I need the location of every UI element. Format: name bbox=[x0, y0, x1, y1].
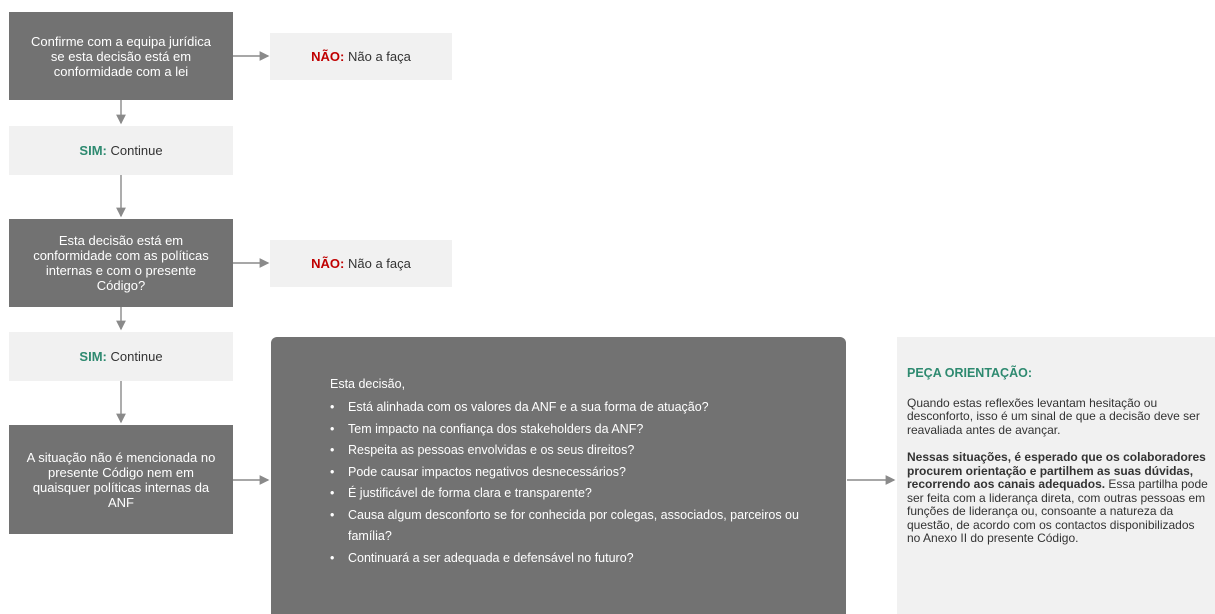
guidance-box: PEÇA ORIENTAÇÃO: Quando estas reflexões … bbox=[897, 337, 1215, 614]
question-item: Continuará a ser adequada e defensável n… bbox=[330, 548, 826, 570]
question-item: Respeita as pessoas envolvidas e os seus… bbox=[330, 440, 826, 462]
guidance-title: PEÇA ORIENTAÇÃO: bbox=[907, 366, 1032, 380]
no-box-1: NÃO: Não a faça bbox=[270, 33, 452, 80]
no-separator: : bbox=[340, 256, 345, 271]
step-legal-check: Confirme com a equipa jurídica se esta d… bbox=[9, 12, 233, 100]
no-text: Não a faça bbox=[347, 49, 411, 64]
guidance-paragraph-1: Quando estas reflexões levantam hesitaçã… bbox=[907, 395, 1200, 437]
reflection-questions-box: Esta decisão, Está alinhada com os valor… bbox=[271, 337, 846, 614]
no-box-2: NÃO: Não a faça bbox=[270, 240, 452, 287]
step-legal-check-text: Confirme com a equipa jurídica se esta d… bbox=[31, 33, 211, 79]
step-policy-check: Esta decisão está em conformidade com as… bbox=[9, 219, 233, 307]
yes-text: Continue bbox=[110, 143, 163, 158]
questions-list: Está alinhada com os valores da ANF e a … bbox=[330, 397, 826, 569]
question-item: É justificável de forma clara e transpar… bbox=[330, 483, 826, 505]
guidance-paragraph-2: Nessas situações, é esperado que os cola… bbox=[907, 450, 1209, 546]
yes-box-2: SIM: Continue bbox=[9, 332, 233, 381]
question-item: Tem impacto na confiança dos stakeholder… bbox=[330, 419, 826, 441]
questions-intro: Esta decisão, bbox=[330, 377, 406, 391]
yes-separator: : bbox=[102, 143, 107, 158]
yes-label: SIM bbox=[79, 143, 103, 158]
step-not-covered-text: A situação não é mencionada no presente … bbox=[26, 449, 216, 510]
question-item: Causa algum desconforto se for conhecida… bbox=[330, 505, 826, 548]
yes-separator: : bbox=[102, 349, 107, 364]
yes-label: SIM bbox=[79, 349, 103, 364]
yes-text: Continue bbox=[110, 349, 163, 364]
no-label: NÃO bbox=[311, 49, 341, 64]
no-separator: : bbox=[340, 49, 345, 64]
question-item: Está alinhada com os valores da ANF e a … bbox=[330, 397, 826, 419]
question-item: Pode causar impactos negativos desnecess… bbox=[330, 462, 826, 484]
no-label: NÃO bbox=[311, 256, 341, 271]
step-policy-check-text: Esta decisão está em conformidade com as… bbox=[33, 233, 209, 293]
step-not-covered: A situação não é mencionada no presente … bbox=[9, 425, 233, 534]
no-text: Não a faça bbox=[347, 256, 411, 271]
yes-box-1: SIM: Continue bbox=[9, 126, 233, 175]
